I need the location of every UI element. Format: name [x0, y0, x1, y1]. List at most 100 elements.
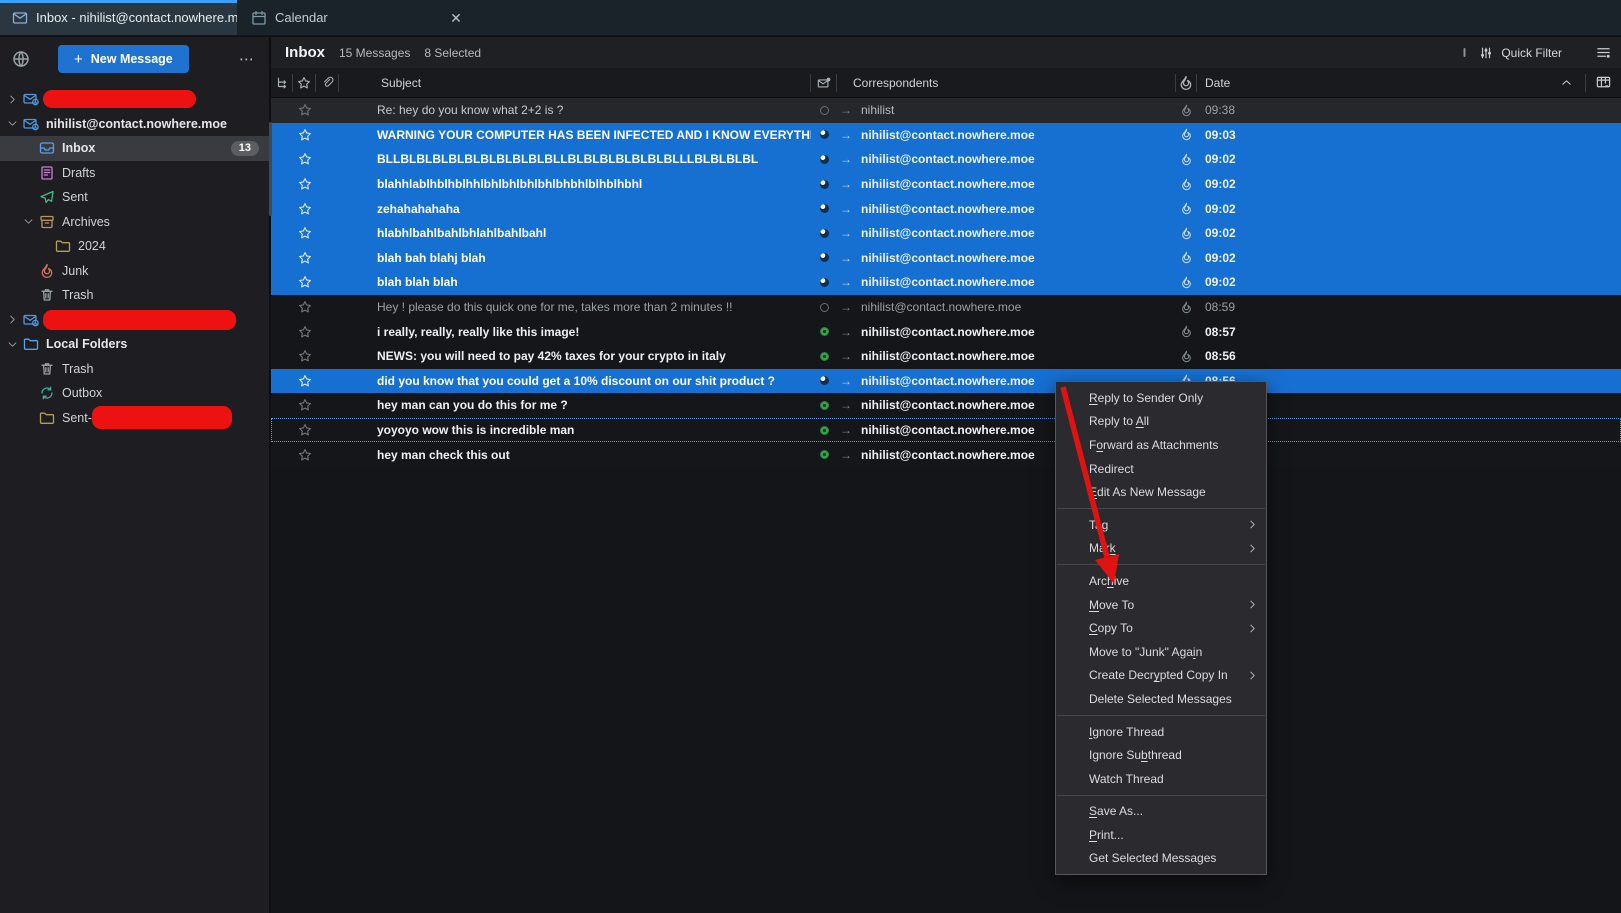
sidebar-item-archives[interactable]: Archives: [0, 210, 269, 235]
sidebar-item-redacted-account[interactable]: [0, 87, 269, 112]
message-row[interactable]: blah blah blah→nihilist@contact.nowhere.…: [271, 270, 1621, 295]
junk-flame-icon[interactable]: [1176, 202, 1197, 215]
unread-dot-icon[interactable]: [811, 253, 837, 262]
menu-item-create-decrypted-copy-in[interactable]: Create Decrypted Copy In: [1056, 664, 1266, 688]
star-icon[interactable]: [293, 349, 316, 363]
message-row[interactable]: blahhlablhblhblhhlbhlbhlbhlbhlbhbhlblhbl…: [271, 172, 1621, 197]
sidebar-item-nihilist-contact-nowhere-moe[interactable]: nihilist@contact.nowhere.moe: [0, 112, 269, 137]
menu-item-edit-as-new-message[interactable]: Edit As New Message: [1056, 480, 1266, 504]
star-icon[interactable]: [293, 275, 316, 289]
star-icon[interactable]: [293, 177, 316, 191]
menu-item-print[interactable]: Print...: [1056, 823, 1266, 847]
message-row[interactable]: i really, really, really like this image…: [271, 319, 1621, 344]
message-row[interactable]: hey man can you do this for me ?→nihilis…: [271, 393, 1621, 418]
date-column-header[interactable]: Date: [1197, 74, 1621, 92]
message-row[interactable]: hey man check this out→nihilist@contact.…: [271, 442, 1621, 467]
menu-item-tag[interactable]: Tag: [1056, 513, 1266, 537]
thread-column-icon[interactable]: [271, 74, 293, 92]
unread-dot-icon[interactable]: [811, 204, 837, 213]
spaces-globe-icon[interactable]: [12, 50, 30, 68]
menu-item-move-to[interactable]: Move To: [1056, 593, 1266, 617]
menu-item-move-to-junk-again[interactable]: Move to "Junk" Again: [1056, 640, 1266, 664]
star-icon[interactable]: [293, 251, 316, 265]
star-icon[interactable]: [293, 398, 316, 412]
correspondents-column-header[interactable]: Correspondents: [837, 74, 1176, 92]
sidebar-item-drafts[interactable]: Drafts: [0, 161, 269, 186]
sidebar-item-trash[interactable]: Trash: [0, 357, 269, 382]
junk-flame-icon[interactable]: [1176, 325, 1197, 338]
message-row[interactable]: zehahahahaha→nihilist@contact.nowhere.mo…: [271, 196, 1621, 221]
unread-dot-icon[interactable]: [811, 130, 837, 139]
chevron-down-icon[interactable]: [4, 339, 20, 350]
tab-calendar[interactable]: Calendar: [239, 0, 340, 35]
menu-item-save-as[interactable]: Save As...: [1056, 800, 1266, 824]
quick-filter-bar-icon[interactable]: [1458, 46, 1471, 59]
message-row[interactable]: Hey ! please do this quick one for me, t…: [271, 295, 1621, 320]
unread-dot-icon[interactable]: [811, 450, 837, 459]
message-row[interactable]: BLLBLBLBLBLBLBLBLBLBLBLLBLBLBLBLBLBLBLLL…: [271, 147, 1621, 172]
subject-column-header[interactable]: Subject: [339, 74, 811, 92]
quick-filter-label[interactable]: Quick Filter: [1501, 46, 1562, 60]
unread-dot-icon[interactable]: [811, 155, 837, 164]
sidebar-item-local-folders[interactable]: Local Folders: [0, 332, 269, 357]
junk-flame-icon[interactable]: [1176, 251, 1197, 264]
chevron-right-icon[interactable]: [4, 94, 20, 105]
star-icon[interactable]: [293, 448, 316, 462]
unread-dot-icon[interactable]: [811, 327, 837, 336]
star-icon[interactable]: [293, 103, 316, 117]
chevron-down-icon[interactable]: [20, 216, 36, 227]
sidebar-item-inbox[interactable]: Inbox13: [0, 136, 269, 161]
sidebar-item-trash[interactable]: Trash: [0, 283, 269, 308]
sidebar-item-redacted-account[interactable]: [0, 308, 269, 333]
sidebar-item-sent-[interactable]: Sent-: [0, 406, 269, 431]
sidebar-item-junk[interactable]: Junk: [0, 259, 269, 284]
sidebar-item-2024[interactable]: 2024: [0, 234, 269, 259]
menu-item-ignore-subthread[interactable]: Ignore Subthread: [1056, 743, 1266, 767]
junk-flame-icon[interactable]: [1176, 104, 1197, 117]
menu-item-redirect[interactable]: Redirect: [1056, 457, 1266, 481]
menu-item-watch-thread[interactable]: Watch Thread: [1056, 767, 1266, 791]
unread-dot-icon[interactable]: [811, 401, 837, 410]
unread-dot-icon[interactable]: [811, 426, 837, 435]
sidebar-item-sent[interactable]: Sent: [0, 185, 269, 210]
read-dot-icon[interactable]: [811, 303, 837, 312]
attachment-column-icon[interactable]: [316, 74, 339, 92]
menu-item-copy-to[interactable]: Copy To: [1056, 616, 1266, 640]
star-icon[interactable]: [293, 325, 316, 339]
junk-flame-icon[interactable]: [1176, 128, 1197, 141]
junk-flame-icon[interactable]: [1176, 153, 1197, 166]
unread-dot-icon[interactable]: [811, 278, 837, 287]
quick-filter-sliders-icon[interactable]: [1479, 46, 1493, 60]
folder-pane-options-icon[interactable]: ⋯: [235, 48, 259, 70]
junk-flame-icon[interactable]: [1176, 301, 1197, 314]
unread-dot-icon[interactable]: [811, 376, 837, 385]
message-row[interactable]: Re: hey do you know what 2+2 is ?→nihili…: [271, 98, 1621, 123]
tab-close-icon[interactable]: ✕: [446, 8, 466, 28]
chevron-right-icon[interactable]: [4, 314, 20, 325]
message-row[interactable]: did you know that you could get a 10% di…: [271, 369, 1621, 394]
star-icon[interactable]: [293, 226, 316, 240]
menu-item-ignore-thread[interactable]: Ignore Thread: [1056, 720, 1266, 744]
star-icon[interactable]: [293, 152, 316, 166]
scrollbar-thumb[interactable]: [269, 122, 272, 216]
sidebar-item-outbox[interactable]: Outbox: [0, 381, 269, 406]
menu-item-delete-selected-messages[interactable]: Delete Selected Messages: [1056, 687, 1266, 711]
junk-flame-icon[interactable]: [1176, 178, 1197, 191]
junk-flame-icon[interactable]: [1176, 276, 1197, 289]
menu-item-archive[interactable]: Archive: [1056, 569, 1266, 593]
star-icon[interactable]: [293, 374, 316, 388]
unread-dot-icon[interactable]: [811, 352, 837, 361]
junk-flame-icon[interactable]: [1176, 350, 1197, 363]
read-status-column-icon[interactable]: [811, 74, 837, 92]
message-row[interactable]: WARNING YOUR COMPUTER HAS BEEN INFECTED …: [271, 123, 1621, 148]
message-row[interactable]: hlabhlbahlbahlbhlahlbahlbahl→nihilist@co…: [271, 221, 1621, 246]
chevron-down-icon[interactable]: [4, 118, 20, 129]
column-picker-icon[interactable]: [1586, 75, 1621, 90]
message-list-display-options-icon[interactable]: [1596, 45, 1611, 60]
menu-item-mark[interactable]: Mark: [1056, 537, 1266, 561]
message-row[interactable]: blah bah blahj blah→nihilist@contact.now…: [271, 246, 1621, 271]
message-row[interactable]: yoyoyo wow this is incredible man→nihili…: [271, 418, 1621, 443]
star-icon[interactable]: [293, 202, 316, 216]
unread-dot-icon[interactable]: [811, 180, 837, 189]
menu-item-reply-to-all[interactable]: Reply to All: [1056, 410, 1266, 434]
